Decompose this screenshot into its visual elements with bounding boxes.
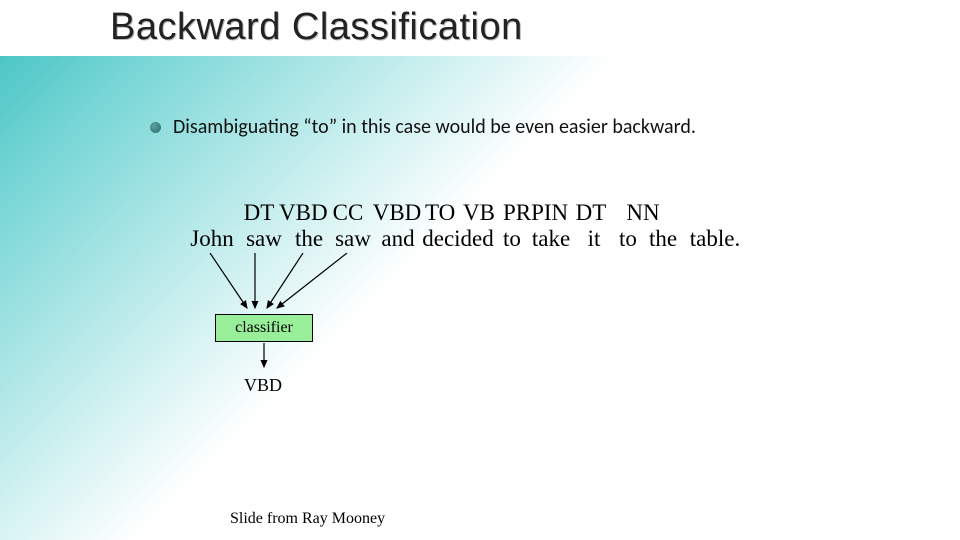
- word-cell: to: [497, 226, 527, 252]
- word-cell: table.: [683, 226, 747, 252]
- word-cell: John: [185, 226, 239, 252]
- bullet-icon: [150, 122, 161, 133]
- classifier-output: VBD: [244, 375, 282, 396]
- bullet-row: Disambiguating “to” in this case would b…: [150, 115, 696, 139]
- tag-cell: DT: [571, 200, 611, 226]
- slide-title: Backward Classification: [110, 6, 523, 49]
- arrow-classifier-output: [258, 343, 270, 373]
- tag-cell: VBD: [369, 200, 425, 226]
- pos-diagram: DT VBD CC VBD TO VB PRP IN DT NN John sa…: [185, 200, 747, 252]
- slide: Backward Classification Disambiguating “…: [0, 0, 960, 540]
- classifier-label: classifier: [235, 319, 293, 337]
- tag-cell: TO: [425, 200, 455, 226]
- tags-row: DT VBD CC VBD TO VB PRP IN DT NN: [239, 200, 747, 226]
- word-cell: the: [289, 226, 329, 252]
- word-cell: to: [613, 226, 643, 252]
- slide-footer: Slide from Ray Mooney: [230, 510, 385, 528]
- word-cell: decided: [419, 226, 497, 252]
- classifier-box: classifier: [215, 314, 313, 342]
- word-cell: take: [527, 226, 575, 252]
- tag-cell: CC: [327, 200, 369, 226]
- arrows-to-classifier: [185, 253, 585, 313]
- tag-cell: IN: [541, 200, 571, 226]
- tag-cell: DT: [239, 200, 279, 226]
- word-cell: and: [377, 226, 419, 252]
- tag-cell: PRP: [503, 200, 541, 226]
- tag-cell: VBD: [279, 200, 327, 226]
- tag-cell: NN: [611, 200, 675, 226]
- word-cell: saw: [239, 226, 289, 252]
- word-cell: the: [643, 226, 683, 252]
- words-row: John saw the saw and decided to take it …: [185, 226, 747, 252]
- tag-cell: VB: [455, 200, 503, 226]
- word-cell: it: [575, 226, 613, 252]
- bullet-text: Disambiguating “to” in this case would b…: [173, 115, 696, 139]
- word-cell: saw: [329, 226, 377, 252]
